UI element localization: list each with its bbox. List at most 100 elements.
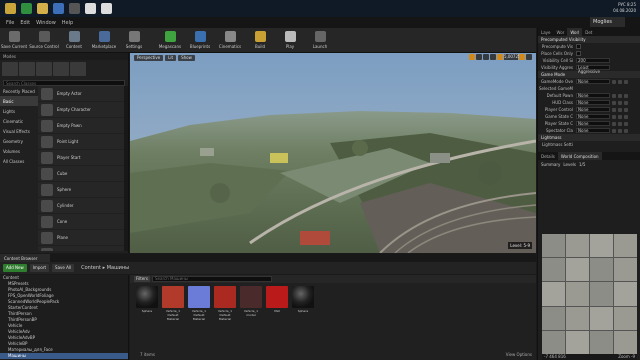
folder-icon[interactable]	[37, 3, 48, 14]
asset-tile[interactable]: Vehicle_1 Default Material	[214, 286, 236, 321]
grid-snap-icon[interactable]	[497, 54, 503, 60]
tab-layers[interactable]: Laye	[538, 28, 554, 36]
property-action-icon[interactable]	[612, 128, 616, 133]
property-value-field[interactable]: None	[576, 93, 610, 98]
level-tile[interactable]	[614, 282, 637, 306]
tab-details[interactable]: Det	[582, 28, 595, 36]
category-item[interactable]: All Classes	[0, 156, 38, 166]
property-action-icon[interactable]	[618, 114, 622, 119]
level-tile[interactable]	[566, 234, 589, 258]
property-value-field[interactable]: None	[576, 107, 610, 112]
category-item[interactable]: Volumes	[0, 146, 38, 156]
asset-tile[interactable]: Vehicle_1 Default Material	[162, 286, 184, 321]
save-button[interactable]: Save Current	[0, 28, 28, 52]
marketplace-button[interactable]: Marketplace	[90, 28, 118, 52]
menu-window[interactable]: Window	[36, 20, 56, 26]
wc-summary[interactable]: Summary	[541, 162, 560, 167]
placeable-item[interactable]: Plane	[38, 230, 124, 246]
category-item[interactable]: Cinematic	[0, 116, 38, 126]
placeable-item[interactable]: Cone	[38, 214, 124, 230]
source-control-button[interactable]: Source Control	[29, 28, 59, 52]
placeable-item[interactable]: Cylinder	[38, 198, 124, 214]
breadcrumb-content[interactable]: Content	[81, 265, 101, 271]
asset-tile[interactable]: Sphere	[136, 286, 158, 321]
tab-world-settings[interactable]: Worl	[567, 28, 583, 36]
category-item[interactable]: Lights	[0, 106, 38, 116]
property-checkbox[interactable]	[576, 51, 581, 56]
placeable-item[interactable]: Player Start	[38, 150, 124, 166]
property-action-icon[interactable]	[612, 114, 616, 119]
placeable-item[interactable]: Sphere	[38, 182, 124, 198]
unreal-icon[interactable]	[85, 3, 96, 14]
paint-mode-icon[interactable]	[19, 62, 35, 76]
placeable-item[interactable]: Empty Actor	[38, 86, 124, 102]
placeable-item[interactable]: Point Light	[38, 134, 124, 150]
placeable-item[interactable]: Empty Pawn	[38, 118, 124, 134]
level-tile[interactable]	[566, 330, 589, 354]
level-name-tab[interactable]: Moglies	[590, 17, 625, 27]
tab-content-browser[interactable]: Content Browser	[0, 254, 50, 262]
search-assets-input[interactable]: Search Машины	[152, 276, 272, 282]
placeable-item[interactable]: Box Trigger	[38, 246, 124, 251]
level-tile[interactable]	[614, 258, 637, 282]
menu-edit[interactable]: Edit	[20, 20, 30, 26]
level-tile[interactable]	[566, 306, 589, 330]
property-action-icon[interactable]	[624, 114, 628, 119]
blueprints-button[interactable]: Blueprints	[186, 28, 214, 52]
megascans-button[interactable]: Megascans	[156, 28, 184, 52]
level-tile[interactable]	[542, 330, 565, 354]
asset-tile[interactable]: Sphere	[292, 286, 314, 321]
property-action-icon[interactable]	[618, 93, 622, 98]
globe-icon[interactable]	[490, 54, 496, 60]
language-indicator[interactable]: РУС	[618, 2, 626, 7]
property-value-field[interactable]: 200	[576, 58, 610, 63]
build-button[interactable]: Build	[246, 28, 274, 52]
modes-scrollbar[interactable]	[124, 86, 128, 251]
level-tile[interactable]	[542, 258, 565, 282]
play-button[interactable]: Play	[276, 28, 304, 52]
camera-speed-value[interactable]: 5,00725	[504, 54, 521, 60]
section-lightmass[interactable]: Lightmass	[538, 134, 640, 141]
property-action-icon[interactable]	[612, 93, 616, 98]
level-tile[interactable]	[566, 258, 589, 282]
property-value-field[interactable]: None	[576, 100, 610, 105]
property-value-field[interactable]: None	[576, 114, 610, 119]
app-icon[interactable]	[69, 3, 80, 14]
content-button[interactable]: Content	[60, 28, 88, 52]
property-action-icon[interactable]	[618, 100, 622, 105]
geometry-mode-icon[interactable]	[70, 62, 86, 76]
add-new-button[interactable]: Add New	[3, 264, 27, 272]
property-action-icon[interactable]	[624, 100, 628, 105]
property-action-icon[interactable]	[612, 79, 616, 84]
level-tile[interactable]	[590, 234, 613, 258]
property-action-icon[interactable]	[618, 128, 622, 133]
foliage-mode-icon[interactable]	[53, 62, 69, 76]
translate-icon[interactable]	[469, 54, 475, 60]
level-tile[interactable]	[614, 330, 637, 354]
filters-button[interactable]: Filters	[134, 276, 150, 282]
level-tile[interactable]	[590, 282, 613, 306]
placeable-item[interactable]: Cube	[38, 166, 124, 182]
property-checkbox[interactable]	[576, 44, 581, 49]
place-mode-icon[interactable]	[2, 62, 18, 76]
rotate-icon[interactable]	[476, 54, 482, 60]
world-composition-tiles[interactable]	[542, 234, 637, 354]
level-tile[interactable]	[542, 306, 565, 330]
level-tile[interactable]	[542, 282, 565, 306]
save-all-button[interactable]: Save All	[52, 264, 75, 272]
chrome-icon[interactable]	[21, 3, 32, 14]
maximize-icon[interactable]	[526, 54, 532, 60]
app-icon[interactable]	[53, 3, 64, 14]
level-tile[interactable]	[566, 282, 589, 306]
tab-world-outliner[interactable]: Wor	[554, 28, 568, 36]
tab-world-composition[interactable]: World Composition	[557, 152, 602, 160]
file-explorer-icon[interactable]	[5, 3, 16, 14]
menu-file[interactable]: File	[6, 20, 14, 26]
level-viewport[interactable]: Perspective Lit Show 5,00725 Level: 5-9	[130, 53, 536, 253]
lit-button[interactable]: Lit	[165, 54, 177, 61]
asset-tile[interactable]: Vehicle_1 model	[240, 286, 262, 321]
scale-icon[interactable]	[483, 54, 489, 60]
category-item[interactable]: Basic	[0, 96, 38, 106]
show-button[interactable]: Show	[178, 54, 195, 61]
perspective-button[interactable]: Perspective	[134, 54, 164, 61]
